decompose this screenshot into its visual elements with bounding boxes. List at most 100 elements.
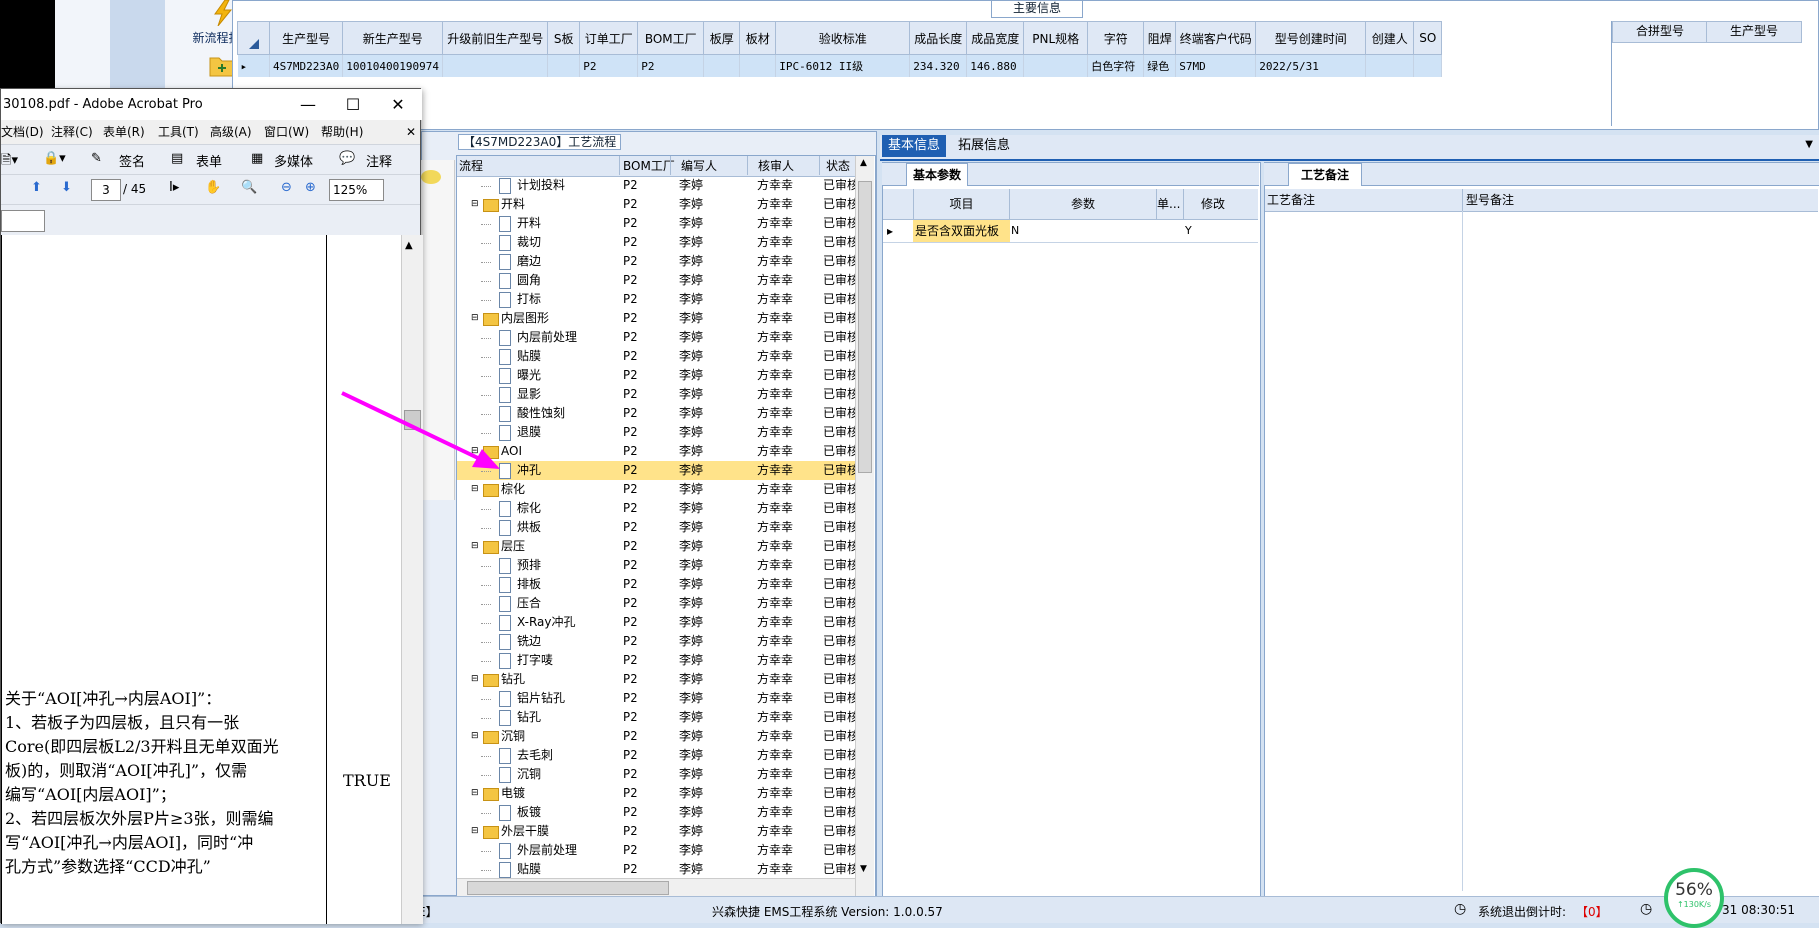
tree-row[interactable]: 板镀 P2 李婷 方幸幸 已审核 bbox=[457, 803, 855, 822]
tree-row[interactable]: ⊟ 棕化 P2 李婷 方幸幸 已审核 bbox=[457, 480, 855, 499]
menu-item[interactable]: 窗口(W) bbox=[264, 120, 309, 144]
tree-row[interactable]: 排板 P2 李婷 方幸幸 已审核 bbox=[457, 575, 855, 594]
tree-row[interactable]: 压合 P2 李婷 方幸幸 已审核 bbox=[457, 594, 855, 613]
multimedia-icon[interactable]: ▦ bbox=[251, 151, 263, 166]
tree-row[interactable]: ⊟AOIP2李婷方幸幸已审核 bbox=[457, 442, 855, 461]
form-button[interactable]: 表单 bbox=[196, 151, 222, 170]
col-header[interactable]: 修改 bbox=[1183, 189, 1242, 219]
tree-row[interactable]: 预排 P2 李婷 方幸幸 已审核 bbox=[457, 556, 855, 575]
table-cell[interactable]: 白色字符 bbox=[1087, 54, 1145, 77]
tree-row[interactable]: ⊟ 沉铜 P2 李婷 方幸幸 已审核 bbox=[457, 727, 855, 746]
tree-row[interactable]: 打字唛 P2 李婷 方幸幸 已审核 bbox=[457, 651, 855, 670]
table-cell[interactable] bbox=[703, 54, 741, 77]
menu-item[interactable]: 高级(A) bbox=[210, 120, 252, 144]
col-header[interactable]: 型号创建时间 bbox=[1255, 21, 1367, 55]
col-header[interactable]: 核审人 bbox=[747, 156, 828, 175]
col-header[interactable]: 项目 bbox=[913, 189, 1009, 219]
tab-basic-info[interactable]: 基本信息 bbox=[882, 135, 947, 157]
col-header[interactable]: 生产型号 bbox=[1706, 21, 1802, 43]
table-cell[interactable] bbox=[442, 54, 549, 77]
tree-row[interactable]: ⊟ 层压 P2 李婷 方幸幸 已审核 bbox=[457, 537, 855, 556]
table-cell[interactable] bbox=[1023, 54, 1089, 77]
sign-button[interactable]: 签名 bbox=[119, 151, 145, 170]
expand-toggle-icon[interactable]: ⊟ bbox=[471, 537, 479, 556]
table-cell[interactable]: 绿色 bbox=[1143, 54, 1177, 77]
scroll-up-icon[interactable]: ▲ bbox=[405, 240, 413, 251]
col-header[interactable]: 新生产型号 bbox=[342, 21, 444, 55]
scroll-up-icon[interactable]: ▲ bbox=[860, 158, 867, 168]
table-cell[interactable]: 4S7MD223A0 bbox=[269, 54, 344, 77]
table-cell[interactable] bbox=[1158, 220, 1182, 242]
expand-toggle-icon[interactable]: ⊟ bbox=[471, 309, 479, 328]
tree-row[interactable]: 酸性蚀刻 P2 李婷 方幸幸 已审核 bbox=[457, 404, 855, 423]
hscroll-thumb[interactable] bbox=[467, 881, 669, 895]
tree-row[interactable]: 开料 P2 李婷 方幸幸 已审核 bbox=[457, 214, 855, 233]
col-header[interactable]: 工艺备注 bbox=[1267, 189, 1457, 211]
menu-item[interactable]: 工具(T) bbox=[158, 120, 199, 144]
menu-item[interactable]: 表单(R) bbox=[103, 120, 145, 144]
col-header[interactable]: 成品长度 bbox=[909, 21, 968, 55]
tree-row[interactable]: 曝光 P2 李婷 方幸幸 已审核 bbox=[457, 366, 855, 385]
col-header[interactable]: 成品宽度 bbox=[966, 21, 1025, 55]
col-header[interactable]: 合拼型号 bbox=[1612, 21, 1708, 43]
tree-row[interactable]: 贴膜 P2 李婷 方幸幸 已审核 bbox=[457, 347, 855, 366]
table-cell[interactable]: 10010400190974 bbox=[342, 54, 444, 77]
table-cell[interactable]: Y bbox=[1185, 220, 1241, 242]
tree-row[interactable]: 外层前处理 P2 李婷 方幸幸 已审核 bbox=[457, 841, 855, 860]
page-down-icon[interactable]: ⬇ bbox=[61, 180, 72, 195]
col-header[interactable]: 创建人 bbox=[1365, 21, 1415, 55]
zoom-in-icon[interactable]: ⊕ bbox=[305, 180, 316, 195]
col-header[interactable]: 阻焊 bbox=[1143, 21, 1177, 55]
tree-row[interactable]: 计划投料 P2 李婷 方幸幸 已审核 bbox=[457, 176, 855, 195]
find-input[interactable] bbox=[1, 210, 45, 232]
table-cell[interactable]: 146.880 bbox=[966, 54, 1025, 77]
chevron-down-icon[interactable]: ▼ bbox=[1805, 139, 1813, 150]
comment-icon[interactable]: 💬 bbox=[339, 151, 355, 166]
col-header[interactable]: 验收标准 bbox=[775, 21, 911, 55]
table-cell[interactable] bbox=[1413, 54, 1443, 77]
page-number-input[interactable]: 3 bbox=[91, 179, 121, 201]
table-row[interactable]: ▸ 4S7MD223A0 10010400190974 P2 P2 IPC-60… bbox=[237, 54, 1443, 77]
col-header[interactable]: 订单工厂 bbox=[579, 21, 639, 55]
close-doc-icon[interactable]: ✕ bbox=[406, 120, 416, 144]
tree-row[interactable]: ⊟ 开料 P2 李婷 方幸幸 已审核 bbox=[457, 195, 855, 214]
tree-row[interactable]: 磨边 P2 李婷 方幸幸 已审核 bbox=[457, 252, 855, 271]
tree-row[interactable]: 圆角 P2 李婷 方幸幸 已审核 bbox=[457, 271, 855, 290]
maximize-button[interactable]: ☐ bbox=[338, 89, 368, 120]
tab-craft-note[interactable]: 工艺备注 bbox=[1288, 163, 1363, 186]
minimize-button[interactable]: — bbox=[293, 89, 323, 120]
tree-row[interactable]: 铣边 P2 李婷 方幸幸 已审核 bbox=[457, 632, 855, 651]
col-header[interactable]: 参数 bbox=[1009, 189, 1156, 219]
col-header[interactable]: 升级前旧生产型号 bbox=[442, 21, 549, 55]
expand-toggle-icon[interactable]: ⊟ bbox=[471, 727, 479, 746]
scroll-down-icon[interactable]: ▼ bbox=[860, 864, 867, 874]
col-header[interactable]: 生产型号 bbox=[268, 21, 344, 55]
col-header[interactable]: 单... bbox=[1156, 189, 1183, 219]
pen-icon[interactable]: ✎ bbox=[91, 151, 102, 166]
multimedia-button[interactable]: 多媒体 bbox=[274, 151, 313, 170]
col-header[interactable]: 型号备注 bbox=[1462, 189, 1816, 211]
tree-row[interactable]: 铝片钻孔 P2 李婷 方幸幸 已审核 bbox=[457, 689, 855, 708]
tree-row[interactable]: 贴膜 P2 李婷 方幸幸 已审核 bbox=[457, 860, 855, 879]
table-cell[interactable]: 是否含双面光板 bbox=[913, 220, 1010, 242]
expand-toggle-icon[interactable]: ⊟ bbox=[471, 822, 479, 841]
col-header[interactable]: 板材 bbox=[739, 21, 777, 55]
tree-row[interactable]: 内层前处理 P2 李婷 方幸幸 已审核 bbox=[457, 328, 855, 347]
col-header[interactable]: SO bbox=[1413, 21, 1443, 55]
table-cell[interactable]: 2022/5/31 bbox=[1255, 54, 1367, 77]
col-header[interactable]: 板厚 bbox=[703, 21, 741, 55]
table-cell[interactable] bbox=[1365, 54, 1415, 77]
tab-extended-info[interactable]: 拓展信息 bbox=[952, 135, 1016, 157]
tree-row[interactable]: 钻孔 P2 李婷 方幸幸 已审核 bbox=[457, 708, 855, 727]
hand-tool-icon[interactable]: ✋ bbox=[205, 180, 221, 195]
tree-row[interactable]: 打标 P2 李婷 方幸幸 已审核 bbox=[457, 290, 855, 309]
expand-toggle-icon[interactable]: ⊟ bbox=[471, 480, 479, 499]
scroll-thumb[interactable] bbox=[858, 181, 872, 473]
tree-row[interactable]: ⊟ 外层干膜 P2 李婷 方幸幸 已审核 bbox=[457, 822, 855, 841]
menu-item[interactable]: 帮助(H) bbox=[321, 120, 363, 144]
tree-row[interactable]: 冲孔 P2 李婷 方幸幸 已审核 bbox=[457, 461, 855, 480]
pdf-scrollbar[interactable]: ▲ bbox=[401, 235, 423, 924]
tree-row[interactable]: X-Ray冲孔 P2 李婷 方幸幸 已审核 bbox=[457, 613, 855, 632]
tree-row[interactable]: 裁切 P2 李婷 方幸幸 已审核 bbox=[457, 233, 855, 252]
comment-button[interactable]: 注释 bbox=[366, 151, 392, 170]
